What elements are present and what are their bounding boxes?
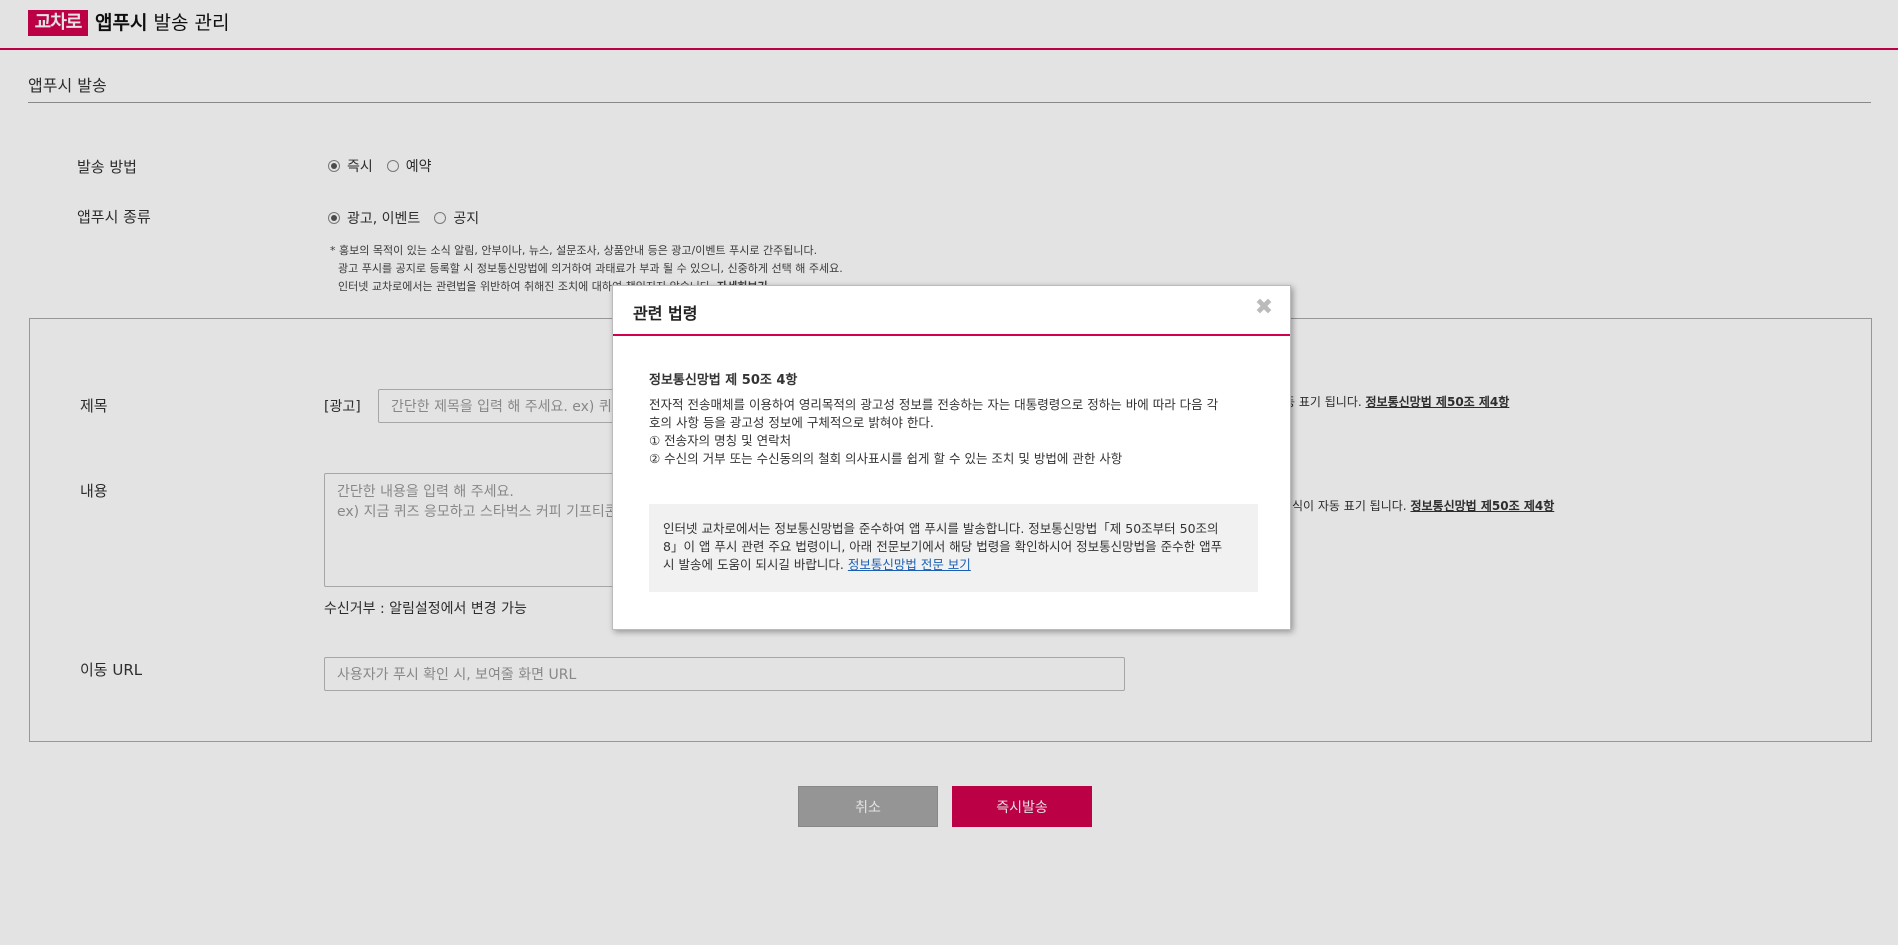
modal-title: 관련 법령 [633,304,698,323]
law-line: 전자적 전송매체를 이용하여 영리목적의 광고성 정보를 전송하는 자는 대통령… [649,397,1219,412]
close-icon[interactable]: ✖ [1252,296,1276,320]
law-fulltext-link[interactable]: 정보통신망법 전문 보기 [848,557,971,572]
modal-header: 관련 법령 ✖ [613,286,1290,336]
law-modal: 관련 법령 ✖ 정보통신망법 제 50조 4항 전자적 전송매체를 이용하여 영… [612,285,1291,630]
law-body: 전자적 전송매체를 이용하여 영리목적의 광고성 정보를 전송하는 자는 대통령… [649,396,1259,468]
law-title: 정보통신망법 제 50조 4항 [649,373,798,388]
info-line: 인터넷 교차로에서는 정보통신망법을 준수하여 앱 푸시를 발송합니다. 정보통… [663,521,1219,536]
law-line: ① 전송자의 명칭 및 연락처 [649,433,792,448]
info-line: 시 발송에 도움이 되시길 바랍니다. [663,557,848,572]
law-line: ② 수신의 거부 또는 수신동의의 철회 의사표시를 쉽게 할 수 있는 조치 … [649,451,1123,466]
info-line: 8」이 앱 푸시 관련 주요 법령이니, 아래 전문보기에서 해당 법령을 확인… [663,539,1223,554]
info-box: 인터넷 교차로에서는 정보통신망법을 준수하여 앱 푸시를 발송합니다. 정보통… [649,504,1258,592]
law-line: 호의 사항 등을 광고성 정보에 구체적으로 밝혀야 한다. [649,415,934,430]
